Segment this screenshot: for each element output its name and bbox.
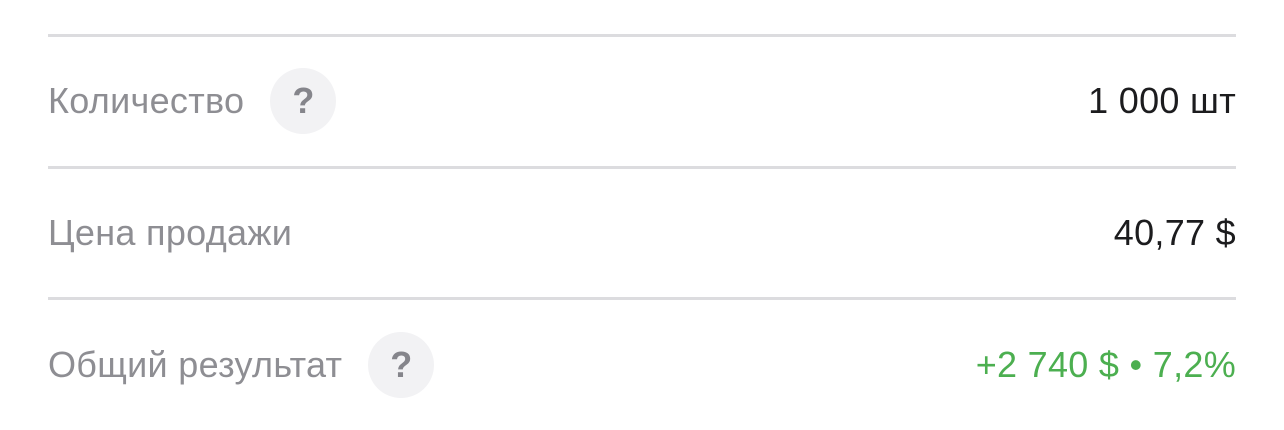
sale-price-row: Цена продажи 40,77 $ xyxy=(48,198,1236,268)
quantity-label: Количество xyxy=(48,80,245,121)
total-result-row: Общий результат ? +2 740 $ • 7,2% xyxy=(48,330,1236,400)
sale-price-value: 40,77 $ xyxy=(1113,212,1236,253)
row-divider xyxy=(48,166,1236,169)
quantity-row: Количество ? 1 000 шт xyxy=(48,66,1236,136)
total-result-value: +2 740 $ • 7,2% xyxy=(975,344,1236,385)
quantity-label-group: Количество ? xyxy=(48,68,337,134)
sale-price-label: Цена продажи xyxy=(48,212,293,253)
question-icon[interactable]: ? xyxy=(270,68,337,134)
row-divider xyxy=(48,297,1236,300)
total-result-label-group: Общий результат ? xyxy=(48,332,435,398)
top-divider xyxy=(48,34,1236,37)
question-icon[interactable]: ? xyxy=(368,332,435,398)
sale-price-label-group: Цена продажи xyxy=(48,212,292,254)
total-result-label: Общий результат xyxy=(48,344,343,385)
quantity-value: 1 000 шт xyxy=(1088,80,1236,121)
